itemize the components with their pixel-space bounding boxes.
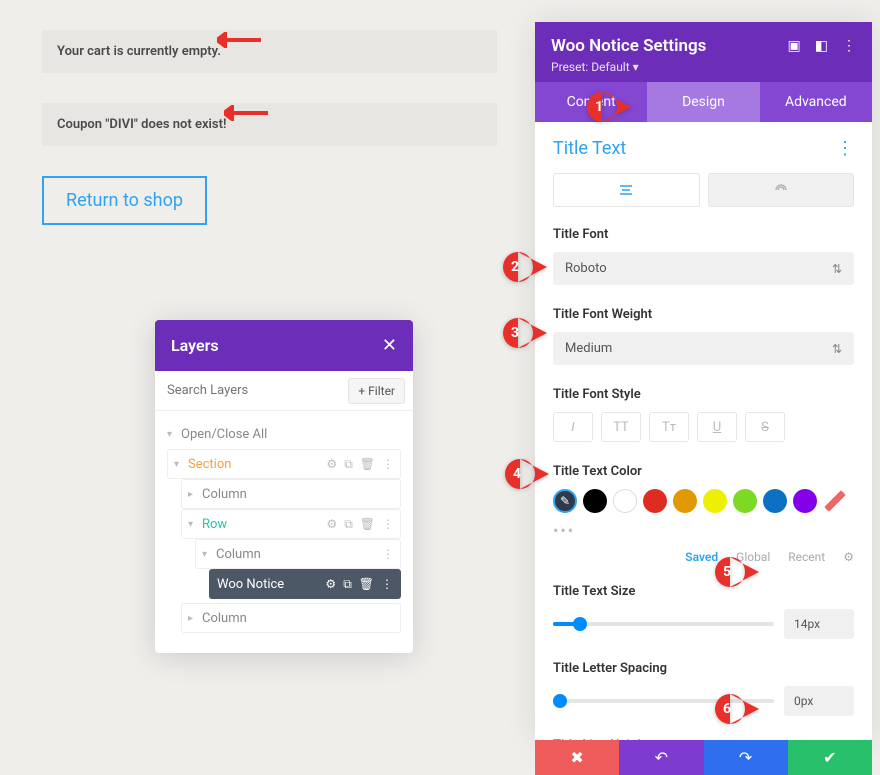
tab-design[interactable]: Design [647, 82, 759, 122]
color-swatch-none[interactable] [823, 489, 847, 513]
annotation-arrow [217, 32, 261, 48]
close-button[interactable]: ✖ [535, 740, 619, 775]
redo-button[interactable]: ↷ [704, 740, 788, 775]
tab-advanced[interactable]: Advanced [760, 82, 872, 122]
chevron-updown-icon: ⇅ [832, 262, 842, 276]
coupon-notice: Coupon "DIVI" does not exist! [42, 103, 497, 146]
expand-icon[interactable]: ▣ [788, 38, 801, 54]
settings-panel: Woo Notice Settings ▣ ◧ ⋮ Preset: Defaul… [535, 22, 872, 742]
annotation-arrow [224, 105, 268, 121]
cart-empty-notice: Your cart is currently empty. [42, 30, 497, 73]
color-tab-recent[interactable]: Recent [788, 550, 825, 564]
callout-3: 3 [503, 318, 547, 348]
more-colors-icon[interactable]: ••• [553, 521, 854, 540]
layer-column[interactable]: Column [202, 611, 394, 626]
link-button[interactable] [708, 173, 855, 207]
title-color-label: Title Text Color [553, 464, 854, 479]
duplicate-icon: ⧉ [344, 517, 353, 532]
layer-section[interactable]: Section [188, 457, 322, 472]
panel-icon[interactable]: ◧ [815, 38, 828, 54]
title-size-label: Title Text Size [553, 584, 854, 599]
callout-5: 5 [715, 557, 759, 587]
layers-panel: Layers ✕ + Filter ▾ Open/Close All ▾ Sec… [155, 320, 413, 653]
undo-button[interactable]: ↶ [619, 740, 703, 775]
search-layers-input[interactable] [163, 377, 348, 404]
layer-row[interactable]: Row [202, 517, 322, 532]
layer-column[interactable]: Column [202, 487, 394, 502]
return-to-shop-button[interactable]: Return to shop [42, 176, 207, 225]
layer-actions[interactable]: ⋮ [382, 547, 394, 561]
duplicate-icon: ⧉ [343, 577, 352, 592]
title-font-value: Roboto [565, 261, 607, 276]
filter-button[interactable]: + Filter [348, 378, 405, 404]
color-swatch-red[interactable] [643, 489, 667, 513]
layer-actions[interactable]: ⚙ ⧉ 🗑 ⋮ [326, 517, 394, 532]
color-swatch-green[interactable] [733, 489, 757, 513]
title-size-slider[interactable] [553, 622, 774, 626]
trash-icon: 🗑 [360, 517, 375, 532]
title-spacing-value[interactable]: 0px [784, 686, 854, 716]
italic-button[interactable]: I [553, 412, 593, 442]
callout-2: 2 [503, 252, 547, 282]
duplicate-icon: ⧉ [344, 457, 353, 472]
trash-icon: 🗑 [359, 577, 374, 592]
notice-text: Your cart is currently empty. [57, 44, 221, 59]
title-spacing-label: Title Letter Spacing [553, 661, 854, 676]
caret-down-icon[interactable]: ▾ [174, 459, 184, 470]
close-icon[interactable]: ✕ [382, 335, 397, 356]
open-close-all[interactable]: Open/Close All [181, 427, 401, 442]
color-swatch-blue[interactable] [763, 489, 787, 513]
settings-title: Woo Notice Settings [551, 36, 706, 56]
callout-6: 6 [715, 694, 759, 724]
more-icon: ⋮ [382, 457, 394, 472]
trash-icon: 🗑 [360, 457, 375, 472]
notice-text: Coupon "DIVI" does not exist! [57, 117, 226, 132]
caret-right-icon[interactable]: ▸ [188, 489, 198, 500]
color-swatch-orange[interactable] [673, 489, 697, 513]
action-bar: ✖ ↶ ↷ ✔ [535, 740, 872, 775]
layer-actions[interactable]: ⚙ ⧉ 🗑 ⋮ [325, 577, 393, 592]
title-font-select[interactable]: Roboto ⇅ [553, 252, 854, 285]
more-icon: ⋮ [381, 577, 393, 592]
eyedropper-icon[interactable]: ✎ [553, 489, 577, 513]
layers-title: Layers [171, 336, 219, 355]
caret-down-icon[interactable]: ▾ [202, 549, 212, 560]
uppercase-button[interactable]: TT [601, 412, 641, 442]
section-title-text[interactable]: Title Text [553, 138, 626, 159]
callout-4: 4 [505, 459, 549, 489]
section-more-icon[interactable]: ⋮ [836, 138, 854, 159]
gear-icon: ⚙ [326, 517, 337, 532]
layer-woo-notice[interactable]: Woo Notice [217, 577, 321, 592]
callout-1: 1 [587, 92, 631, 122]
title-weight-select[interactable]: Medium ⇅ [553, 332, 854, 365]
color-swatch-purple[interactable] [793, 489, 817, 513]
preset-label[interactable]: Preset: Default ▾ [551, 60, 856, 74]
caret-down-icon[interactable]: ▾ [188, 519, 198, 530]
gear-icon: ⚙ [326, 457, 337, 472]
title-font-label: Title Font [553, 227, 854, 242]
title-weight-label: Title Font Weight [553, 307, 854, 322]
chevron-updown-icon: ⇅ [832, 342, 842, 356]
layer-column[interactable]: Column [216, 547, 378, 562]
gear-icon: ⚙ [325, 577, 336, 592]
caret-right-icon[interactable]: ▸ [188, 613, 198, 624]
more-icon: ⋮ [382, 517, 394, 532]
gear-icon[interactable]: ⚙ [843, 550, 854, 564]
title-style-label: Title Font Style [553, 387, 854, 402]
underline-button[interactable]: U [697, 412, 737, 442]
more-icon[interactable]: ⋮ [842, 38, 856, 54]
color-swatch-white[interactable] [613, 489, 637, 513]
color-swatch-yellow[interactable] [703, 489, 727, 513]
save-button[interactable]: ✔ [788, 740, 872, 775]
smallcaps-button[interactable]: Tт [649, 412, 689, 442]
layer-actions[interactable]: ⚙ ⧉ 🗑 ⋮ [326, 457, 394, 472]
title-weight-value: Medium [565, 341, 612, 356]
color-swatch-black[interactable] [583, 489, 607, 513]
align-button[interactable] [553, 173, 700, 207]
caret-down-icon[interactable]: ▾ [167, 429, 177, 440]
title-size-value[interactable]: 14px [784, 609, 854, 639]
strike-button[interactable]: S [745, 412, 785, 442]
more-icon: ⋮ [382, 547, 394, 561]
color-tab-saved[interactable]: Saved [685, 550, 718, 564]
